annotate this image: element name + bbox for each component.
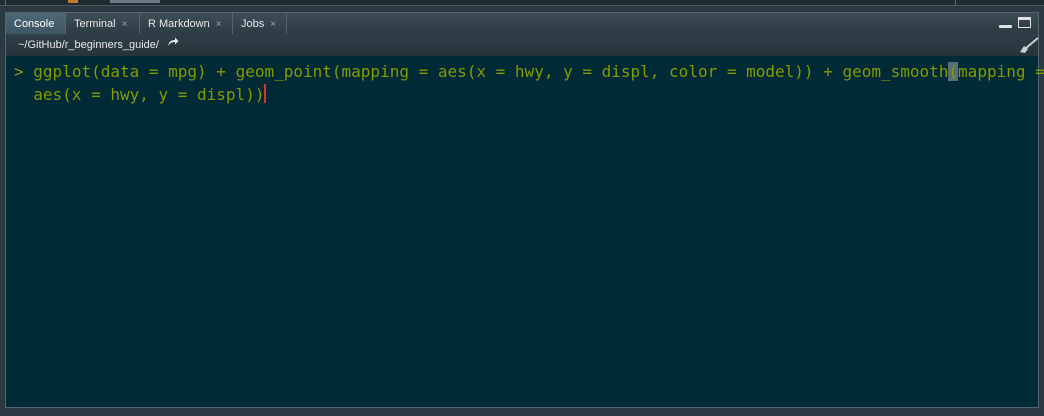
close-icon[interactable]: × (216, 14, 222, 36)
tab-terminal[interactable]: Terminal × (66, 13, 140, 35)
pane-bottom-edge (0, 408, 1044, 416)
console-prompt: > (14, 62, 24, 81)
close-icon[interactable]: × (270, 14, 276, 36)
upper-pane-edge (0, 0, 1044, 6)
tab-jobs-label: Jobs (241, 18, 265, 30)
console-input-line-2: aes(x = hwy, y = displ)) (14, 83, 1028, 106)
matched-paren-highlight: ( (948, 62, 959, 81)
tab-r-markdown-label: R Markdown (148, 18, 210, 30)
text-cursor (264, 84, 267, 103)
tab-jobs[interactable]: Jobs × (233, 13, 287, 35)
console-code-segment: ggplot(data = mpg) + geom_point(mapping … (33, 62, 949, 81)
close-icon[interactable]: × (122, 14, 128, 36)
tab-console-label: Console (14, 18, 55, 30)
working-directory-bar: ~/GitHub/r_beginners_guide/ (5, 34, 1039, 56)
arrow-right-icon[interactable] (167, 36, 179, 51)
console-code-continuation: aes(x = hwy, y = displ)) (33, 85, 265, 104)
console-input-line-1: > ggplot(data = mpg) + geom_point(mappin… (14, 60, 1044, 83)
console-code-segment: mapping = (958, 62, 1044, 81)
tab-terminal-label: Terminal (74, 18, 116, 30)
pane-tab-bar: Console Terminal × R Markdown × Jobs × (5, 12, 1039, 35)
tab-r-markdown[interactable]: R Markdown × (140, 13, 233, 35)
tab-console[interactable]: Console (6, 13, 66, 35)
console-output[interactable]: > ggplot(data = mpg) + geom_point(mappin… (5, 56, 1044, 408)
clear-console-icon[interactable] (1018, 37, 1040, 53)
working-directory-path: ~/GitHub/r_beginners_guide/ (18, 39, 159, 51)
maximize-pane-icon[interactable] (1018, 17, 1031, 28)
minimize-pane-icon[interactable] (999, 25, 1012, 28)
